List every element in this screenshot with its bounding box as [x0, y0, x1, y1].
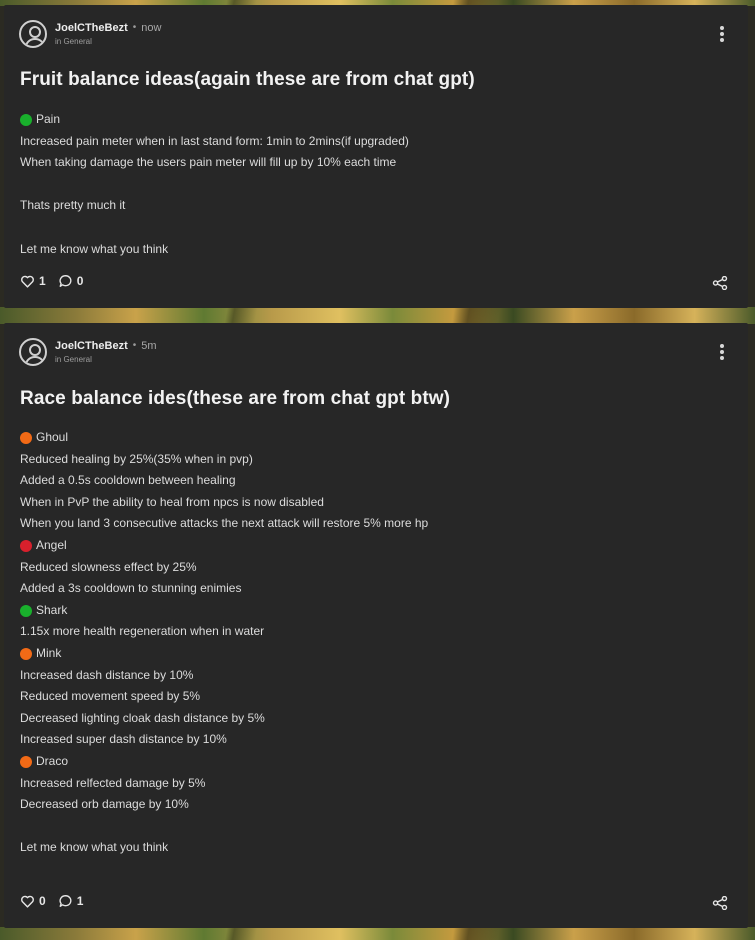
line-text: Pain	[36, 112, 61, 126]
comment-count: 1	[76, 894, 84, 908]
separator-dot: •	[132, 22, 137, 33]
section-heading: Mink	[20, 643, 428, 665]
line-text: Angel	[36, 537, 67, 552]
body-line: Decreased orb damage by 10%	[20, 794, 428, 816]
comment-icon	[59, 895, 72, 907]
background-artwork	[0, 307, 755, 324]
body-line: Reduced slowness effect by 25%	[20, 557, 428, 579]
line-text: Thats pretty much it	[20, 198, 126, 213]
post-category[interactable]: in General	[55, 37, 161, 46]
post-body: Pain Increased pain meter when in last st…	[20, 109, 409, 260]
post-body: Ghoul Reduced healing by 25%(35% when in …	[20, 427, 428, 859]
post-actions: 0 1	[20, 894, 95, 908]
line-text: 1.15x more health regeneration when in w…	[20, 624, 265, 639]
post-actions: 1 0	[20, 274, 95, 288]
line-text: Decreased orb damage by 10%	[20, 797, 189, 812]
line-text: Reduced healing by 25%(35% when in pvp)	[20, 451, 253, 466]
comment-count: 0	[76, 274, 84, 288]
green-circle-icon	[20, 113, 32, 126]
line-text: Added a 0.5s cooldown between healing	[20, 473, 236, 488]
orange-circle-icon	[20, 755, 32, 768]
post-time: 5m	[141, 339, 157, 352]
line-text: Increased super dash distance by 10%	[20, 732, 227, 747]
body-line: Increased super dash distance by 10%	[20, 729, 428, 751]
body-line: Increased dash distance by 10%	[20, 665, 428, 687]
more-vertical-icon[interactable]	[720, 344, 724, 360]
body-line: Let me know what you think	[20, 837, 428, 859]
author-name[interactable]: JoelCTheBezt	[55, 22, 128, 34]
post-title[interactable]: Race balance ides(these are from chat gp…	[20, 388, 450, 410]
post-header: JoelCTheBezt • 5m in General	[19, 336, 157, 368]
orange-circle-icon	[20, 647, 32, 660]
share-icon[interactable]	[712, 896, 728, 910]
body-line: Increased pain meter when in last stand …	[20, 131, 409, 153]
line-text: Increased dash distance by 10%	[20, 667, 194, 682]
line-text: Decreased lighting cloak dash distance b…	[20, 710, 265, 725]
body-line: Added a 3s cooldown to stunning enimies	[20, 578, 428, 600]
post-title[interactable]: Fruit balance ideas(again these are from…	[20, 69, 475, 91]
body-line: Reduced healing by 25%(35% when in pvp)	[20, 449, 428, 471]
line-text: Shark	[36, 602, 68, 617]
post-header: JoelCTheBezt • now in General	[19, 18, 161, 50]
more-vertical-icon[interactable]	[720, 26, 724, 42]
post-category[interactable]: in General	[55, 355, 157, 364]
green-circle-icon	[20, 604, 32, 617]
heart-icon	[21, 895, 34, 908]
post-meta: JoelCTheBezt • now in General	[55, 21, 162, 46]
line-text: Reduced movement speed by 5%	[20, 689, 201, 704]
body-line: When in PvP the ability to heal from npc…	[20, 492, 428, 514]
section-heading: Shark	[20, 600, 428, 622]
like-button[interactable]: 1	[20, 274, 46, 288]
comment-icon	[59, 275, 72, 287]
post-time: now	[141, 21, 162, 34]
line-text: Let me know what you think	[20, 840, 169, 855]
like-button[interactable]: 0	[20, 894, 46, 908]
like-count: 1	[39, 274, 46, 288]
line-text: When you land 3 consecutive attacks the …	[20, 516, 429, 531]
line-text: Ghoul	[36, 430, 69, 444]
body-line: Decreased lighting cloak dash distance b…	[20, 708, 428, 730]
red-circle-icon	[20, 539, 32, 552]
body-line: 1.15x more health regeneration when in w…	[20, 621, 428, 643]
body-line: Thats pretty much it	[20, 195, 409, 217]
heart-icon	[21, 275, 34, 288]
body-line: When you land 3 consecutive attacks the …	[20, 513, 428, 535]
line-text: Reduced slowness effect by 25%	[20, 559, 197, 574]
separator-dot: •	[132, 340, 137, 351]
body-line: When taking damage the users pain meter …	[20, 152, 409, 174]
body-line: Let me know what you think	[20, 239, 409, 261]
section-heading: Draco	[20, 751, 428, 773]
line-text: Draco	[36, 753, 69, 768]
section-heading: Pain	[20, 109, 409, 131]
author-name[interactable]: JoelCTheBezt	[55, 340, 128, 352]
line-text: Let me know what you think	[20, 241, 169, 256]
comment-button[interactable]: 0	[58, 274, 84, 288]
user-avatar-icon[interactable]	[19, 20, 47, 48]
line-text: Mink	[36, 645, 62, 660]
share-icon[interactable]	[712, 276, 728, 290]
line-text: When taking damage the users pain meter …	[20, 155, 397, 170]
post-card[interactable]: JoelCTheBezt • now in General Fruit bala…	[4, 5, 748, 308]
comment-button[interactable]: 1	[58, 894, 84, 908]
line-text: Increased pain meter when in last stand …	[20, 133, 409, 148]
section-heading: Angel	[20, 535, 428, 557]
orange-circle-icon	[20, 431, 32, 444]
line-text: Added a 3s cooldown to stunning enimies	[20, 581, 242, 596]
body-line: Reduced movement speed by 5%	[20, 686, 428, 708]
section-heading: Ghoul	[20, 427, 428, 449]
like-count: 0	[39, 894, 46, 908]
post-card[interactable]: JoelCTheBezt • 5m in General Race balanc…	[4, 323, 748, 928]
line-text: Increased relfected damage by 5%	[20, 775, 206, 790]
post-meta: JoelCTheBezt • 5m in General	[55, 339, 157, 364]
line-text: When in PvP the ability to heal from npc…	[20, 494, 324, 509]
user-avatar-icon[interactable]	[19, 338, 47, 366]
body-line: Added a 0.5s cooldown between healing	[20, 470, 428, 492]
body-line: Increased relfected damage by 5%	[20, 773, 428, 795]
background-artwork	[0, 927, 755, 940]
